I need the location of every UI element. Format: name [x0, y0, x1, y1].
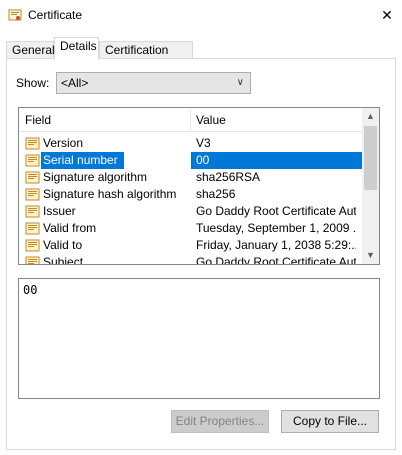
list-row-signature-hash-algorithm[interactable]: Signature hash algorithm sha256 — [19, 186, 362, 203]
edit-properties-button[interactable]: Edit Properties... — [171, 410, 269, 433]
certificate-field-icon — [25, 170, 40, 185]
tab-label: General — [12, 43, 55, 57]
scroll-down-icon[interactable]: ▼ — [362, 247, 379, 264]
certificate-field-icon — [25, 187, 40, 202]
row-field: Issuer — [43, 204, 76, 218]
column-header-field[interactable]: Field — [25, 113, 51, 127]
row-value: Go Daddy Root Certificate Aut... — [196, 255, 356, 265]
row-value: Tuesday, September 1, 2009 ... — [196, 221, 356, 235]
field-list[interactable]: Field Value Version V3 Serial number 00 … — [18, 107, 380, 265]
field-value-text: 00 — [23, 283, 38, 297]
row-field: Serial number — [41, 152, 124, 169]
list-row-valid-to[interactable]: Valid to Friday, January 1, 2038 5:29:..… — [19, 237, 362, 254]
title-bar: Certificate ✕ — [0, 0, 402, 30]
row-value: sha256RSA — [196, 170, 261, 184]
tab-label: Details — [60, 39, 97, 53]
show-selected-value: <All> — [61, 76, 89, 90]
field-value-textbox[interactable]: 00 — [18, 278, 380, 399]
list-row-version[interactable]: Version V3 — [19, 135, 362, 152]
scroll-thumb[interactable] — [364, 126, 377, 190]
window-title: Certificate — [28, 8, 83, 22]
certificate-field-icon — [25, 204, 40, 219]
close-button[interactable]: ✕ — [372, 0, 402, 30]
certificate-icon — [8, 8, 22, 22]
certificate-field-icon — [25, 153, 40, 168]
row-value: V3 — [196, 136, 211, 150]
scroll-up-icon[interactable]: ▲ — [362, 108, 379, 125]
row-field: Valid from — [43, 221, 97, 235]
row-field: Subject — [43, 255, 84, 265]
row-field: Valid to — [43, 238, 83, 252]
list-row-issuer[interactable]: Issuer Go Daddy Root Certificate Aut... — [19, 203, 362, 220]
list-row-valid-from[interactable]: Valid from Tuesday, September 1, 2009 ..… — [19, 220, 362, 237]
tab-general[interactable]: General — [6, 41, 55, 59]
tab-details[interactable]: Details — [54, 37, 99, 60]
certificate-field-icon — [25, 136, 40, 151]
row-field: Version — [43, 136, 84, 150]
chevron-down-icon: ∨ — [236, 77, 244, 88]
list-row-signature-algorithm[interactable]: Signature algorithm sha256RSA — [19, 169, 362, 186]
column-header-value[interactable]: Value — [196, 113, 226, 127]
list-row-subject[interactable]: Subject Go Daddy Root Certificate Aut... — [19, 254, 362, 265]
row-value: Friday, January 1, 2038 5:29:... — [196, 238, 356, 252]
row-value: sha256 — [196, 187, 236, 201]
row-value: Go Daddy Root Certificate Aut... — [196, 204, 356, 218]
row-field: Signature hash algorithm — [43, 187, 177, 201]
list-row-serial-number[interactable]: Serial number 00 — [19, 152, 362, 169]
certificate-field-icon — [25, 255, 40, 264]
row-value: 00 — [196, 153, 210, 167]
vertical-scrollbar[interactable]: ▲ ▼ — [362, 108, 379, 264]
certificate-field-icon — [25, 221, 40, 236]
show-dropdown[interactable]: <All> ∨ — [56, 72, 251, 94]
copy-to-file-button[interactable]: Copy to File... — [281, 410, 379, 433]
tab-certification-path[interactable]: Certification Path — [99, 41, 193, 73]
row-field: Signature algorithm — [43, 170, 148, 184]
certificate-field-icon — [25, 238, 40, 253]
show-label: Show: — [16, 76, 50, 90]
close-icon: ✕ — [381, 7, 393, 23]
column-divider[interactable] — [190, 110, 191, 130]
list-header: Field Value — [19, 108, 362, 132]
